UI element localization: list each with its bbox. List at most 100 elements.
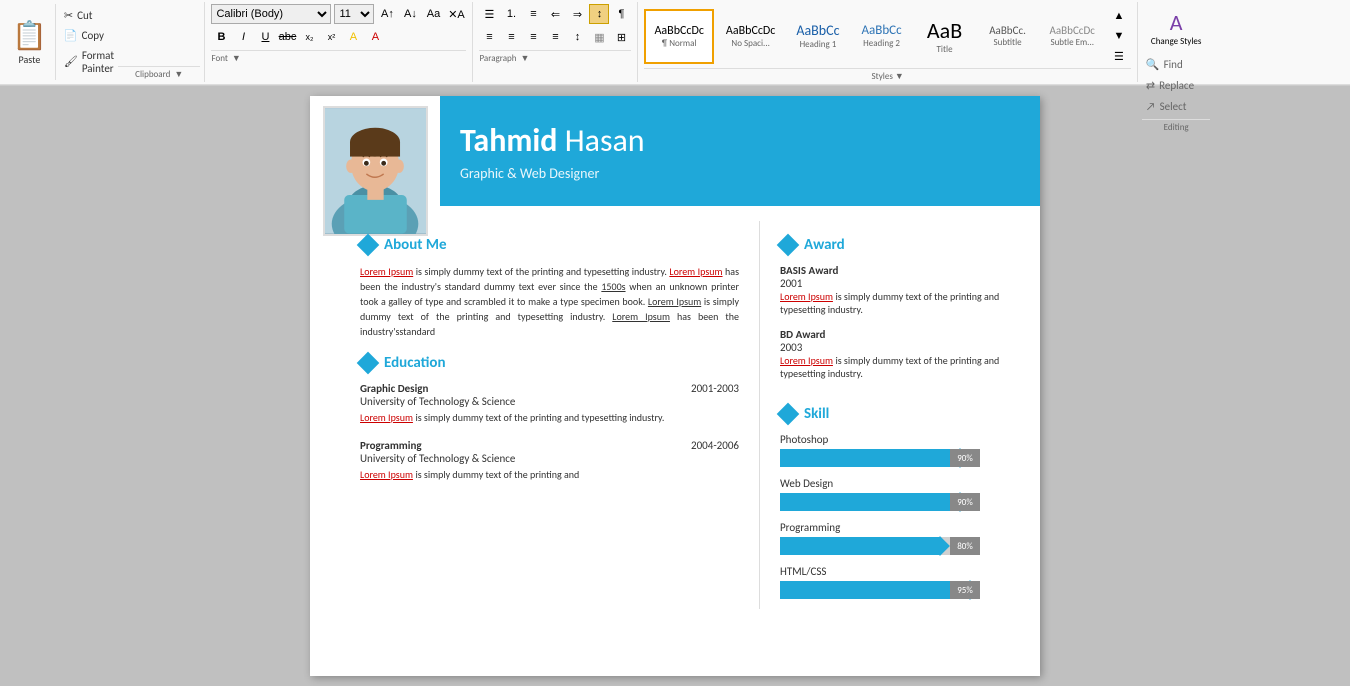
show-hide-button[interactable]: ¶ [611, 4, 631, 24]
numbering-button[interactable]: 1. [501, 4, 521, 24]
font-shrink-button[interactable]: A↓ [400, 4, 420, 24]
first-name: Tahmid [460, 121, 557, 160]
award-item-2: BD Award 2003 Lorem Ipsum is simply dumm… [780, 328, 1020, 380]
styles-label: Styles [872, 71, 893, 82]
profile-photo-svg [325, 106, 426, 236]
select-button[interactable]: ↗ Select [1142, 98, 1211, 115]
profile-photo [323, 106, 428, 236]
clipboard-right: ✂ Cut 📄 Copy 🖌 Format Painter [60, 4, 118, 80]
bullets-button[interactable]: ☰ [479, 4, 499, 24]
skill-bar-webdesign: 90% [780, 493, 980, 511]
style-heading2[interactable]: AaBbCc Heading 2 [852, 9, 912, 64]
ribbon: 📋 Paste ✂ Cut 📄 Copy 🖌 Format Painter C [0, 0, 1350, 85]
paste-button[interactable]: 📋 Paste [4, 4, 56, 80]
resume-right-column: Award BASIS Award 2001 Lorem Ipsum is si… [760, 221, 1040, 609]
education-item-2: Programming 2004-2006 University of Tech… [360, 439, 739, 481]
justify-button[interactable]: ≡ [545, 27, 565, 47]
editing-label: Editing [1164, 122, 1189, 133]
select-icon: ↗ [1146, 100, 1156, 113]
copy-button[interactable]: 📄 Copy [64, 29, 114, 42]
resume-header-photo [310, 96, 440, 206]
paragraph-label: Paragraph [479, 53, 516, 64]
toolbar: 📋 Paste ✂ Cut 📄 Copy 🖌 Format Painter C [0, 0, 1350, 86]
increase-indent-button[interactable]: ⇒ [567, 4, 587, 24]
skill-bar-programming: 80% [780, 537, 980, 555]
header-job-title: Graphic & Web Designer [460, 165, 1020, 182]
strikethrough-button[interactable]: abc [277, 27, 297, 47]
change-styles-button[interactable]: A Change Styles [1142, 4, 1211, 52]
clipboard-label: Clipboard [135, 69, 170, 80]
superscript-button[interactable]: x² [321, 27, 341, 47]
align-center-button[interactable]: ≡ [501, 27, 521, 47]
replace-button[interactable]: ⇄ Replace [1142, 77, 1211, 94]
find-replace-area: 🔍 Find ⇄ Replace ↗ Select [1142, 56, 1211, 115]
paste-icon: 📋 [12, 18, 47, 53]
copy-icon: 📄 [64, 29, 78, 42]
para-row2: ≡ ≡ ≡ ≡ ↕ ▦ ⊞ [479, 27, 631, 47]
underline-button[interactable]: U [255, 27, 275, 47]
format-painter-icon: 🖌 [64, 55, 78, 68]
decrease-indent-button[interactable]: ⇐ [545, 4, 565, 24]
change-styles-label: Change Styles [1151, 36, 1202, 47]
skill-section-title: Skill [804, 405, 829, 423]
skill-diamond-icon [777, 403, 800, 426]
style-title[interactable]: AaB Title [915, 9, 975, 64]
paste-label: Paste [19, 53, 41, 66]
font-name-select[interactable]: Calibri (Body) [211, 4, 331, 24]
award-diamond-icon [777, 234, 800, 257]
styles-more-button[interactable]: ☰ [1109, 46, 1129, 66]
resume-left-column: About Me Lorem Ipsum is simply dummy tex… [310, 221, 760, 609]
last-name: Hasan [565, 121, 645, 160]
align-left-button[interactable]: ≡ [479, 27, 499, 47]
style-subtitle[interactable]: AaBbCc. Subtitle [978, 9, 1038, 64]
header-name: Tahmid Hasan [460, 121, 1020, 160]
education-item-1: Graphic Design 2001-2003 University of T… [360, 382, 739, 424]
change-case-button[interactable]: Aa [423, 4, 443, 24]
multilevel-list-button[interactable]: ≡ [523, 4, 543, 24]
find-button[interactable]: 🔍 Find [1142, 56, 1211, 73]
about-text: Lorem Ipsum is simply dummy text of the … [360, 264, 739, 339]
skill-bar-photoshop: 90% [780, 449, 980, 467]
award-section-title: Award [804, 236, 845, 254]
sort-button[interactable]: ↕ [589, 4, 609, 24]
skill-htmlcss: HTML/CSS 95% [780, 565, 1020, 599]
resume-page: Tahmid Hasan Graphic & Web Designer Abou… [310, 96, 1040, 676]
award-section-header: Award [780, 236, 1020, 254]
format-painter-button[interactable]: 🖌 Format Painter [64, 49, 114, 75]
styles-scroll-up-button[interactable]: ▲ [1109, 6, 1129, 26]
font-row1: Calibri (Body) 11 A↑ A↓ Aa ✕A [211, 4, 466, 24]
font-grow-button[interactable]: A↑ [377, 4, 397, 24]
skill-bar-htmlcss: 95% [780, 581, 980, 599]
borders-button[interactable]: ⊞ [611, 27, 631, 47]
bold-button[interactable]: B [211, 27, 231, 47]
document-area: Tahmid Hasan Graphic & Web Designer Abou… [0, 86, 1350, 686]
cut-button[interactable]: ✂ Cut [64, 9, 114, 22]
paragraph-section: ☰ 1. ≡ ⇐ ⇒ ↕ ¶ ≡ ≡ ≡ ≡ ↕ ▦ ⊞ Paragraph ▼ [473, 2, 638, 82]
resume-header: Tahmid Hasan Graphic & Web Designer [310, 96, 1040, 206]
align-right-button[interactable]: ≡ [523, 27, 543, 47]
font-section: Calibri (Body) 11 A↑ A↓ Aa ✕A B I U abc … [205, 2, 473, 82]
editing-section: A Change Styles 🔍 Find ⇄ Replace ↗ Selec… [1138, 2, 1215, 82]
shading-button[interactable]: ▦ [589, 27, 609, 47]
about-diamond-icon [357, 234, 380, 257]
font-size-select[interactable]: 11 [334, 4, 374, 24]
italic-button[interactable]: I [233, 27, 253, 47]
clear-format-button[interactable]: ✕A [446, 4, 466, 24]
style-no-spacing[interactable]: AaBbCcDc No Spaci... [717, 9, 784, 64]
subscript-button[interactable]: x₂ [299, 27, 319, 47]
change-styles-icon: A [1170, 9, 1183, 36]
scissors-icon: ✂ [64, 9, 73, 22]
styles-scroll-down-button[interactable]: ▼ [1109, 26, 1129, 46]
resume-body: About Me Lorem Ipsum is simply dummy tex… [310, 206, 1040, 624]
style-heading1[interactable]: AaBbCc Heading 1 [787, 9, 848, 64]
style-subtle-em[interactable]: AaBbCcDc Subtle Em... [1041, 9, 1104, 64]
text-highlight-button[interactable]: A [343, 27, 363, 47]
styles-row: AaBbCcDc ¶ Normal AaBbCcDc No Spaci... A… [644, 4, 1130, 68]
binoculars-icon: 🔍 [1146, 58, 1160, 71]
style-normal[interactable]: AaBbCcDc ¶ Normal [644, 9, 713, 64]
font-color-button[interactable]: A [365, 27, 385, 47]
line-spacing-button[interactable]: ↕ [567, 27, 587, 47]
skill-photoshop: Photoshop 90% [780, 433, 1020, 467]
education-diamond-icon [357, 352, 380, 375]
education-section-title: Education [384, 354, 446, 372]
